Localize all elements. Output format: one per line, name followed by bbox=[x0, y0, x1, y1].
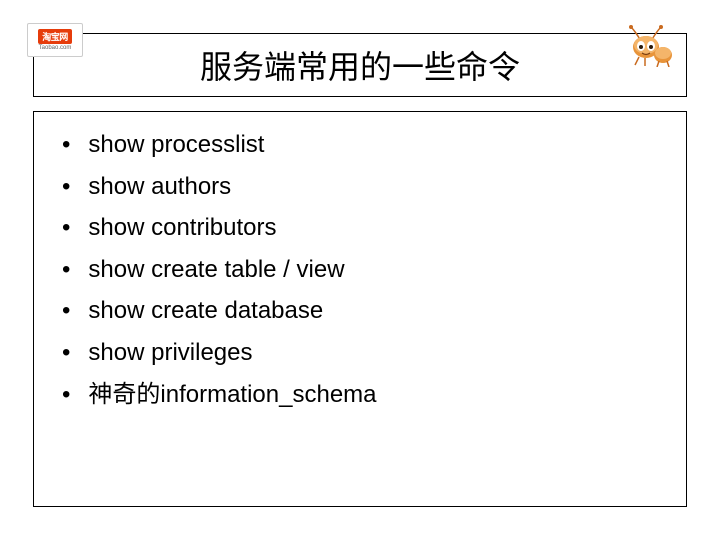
list-item: • show create table / view bbox=[62, 253, 658, 287]
bullet-icon: • bbox=[62, 128, 70, 162]
bullet-text: show authors bbox=[88, 170, 231, 204]
bullet-icon: • bbox=[62, 170, 70, 204]
slide-container: 淘宝网 Taobao.com bbox=[15, 15, 705, 525]
slide-title: 服务端常用的一些命令 bbox=[200, 42, 520, 88]
content-box: • show processlist • show authors • show… bbox=[33, 111, 687, 507]
list-item: • show processlist bbox=[62, 128, 658, 162]
bullet-icon: • bbox=[62, 294, 70, 328]
bullet-icon: • bbox=[62, 378, 70, 412]
bullet-icon: • bbox=[62, 336, 70, 370]
title-box: 服务端常用的一些命令 bbox=[33, 33, 687, 97]
list-item: • show create database bbox=[62, 294, 658, 328]
bullet-list: • show processlist • show authors • show… bbox=[62, 128, 658, 411]
bullet-text: show create table / view bbox=[88, 253, 344, 287]
logo-text-top: 淘宝网 bbox=[38, 29, 72, 44]
logo-text-bottom: Taobao.com bbox=[39, 45, 72, 51]
list-item: • show contributors bbox=[62, 211, 658, 245]
bullet-text: show processlist bbox=[88, 128, 264, 162]
taobao-logo: 淘宝网 Taobao.com bbox=[27, 23, 83, 57]
bullet-text: show privileges bbox=[88, 336, 252, 370]
list-item: • show privileges bbox=[62, 336, 658, 370]
bullet-text: 神奇的information_schema bbox=[88, 378, 376, 412]
ant-mascot-icon bbox=[623, 23, 675, 67]
bullet-icon: • bbox=[62, 253, 70, 287]
bullet-text: show create database bbox=[88, 294, 323, 328]
list-item: • show authors bbox=[62, 170, 658, 204]
bullet-icon: • bbox=[62, 211, 70, 245]
list-item: • 神奇的information_schema bbox=[62, 378, 658, 412]
bullet-text: show contributors bbox=[88, 211, 276, 245]
